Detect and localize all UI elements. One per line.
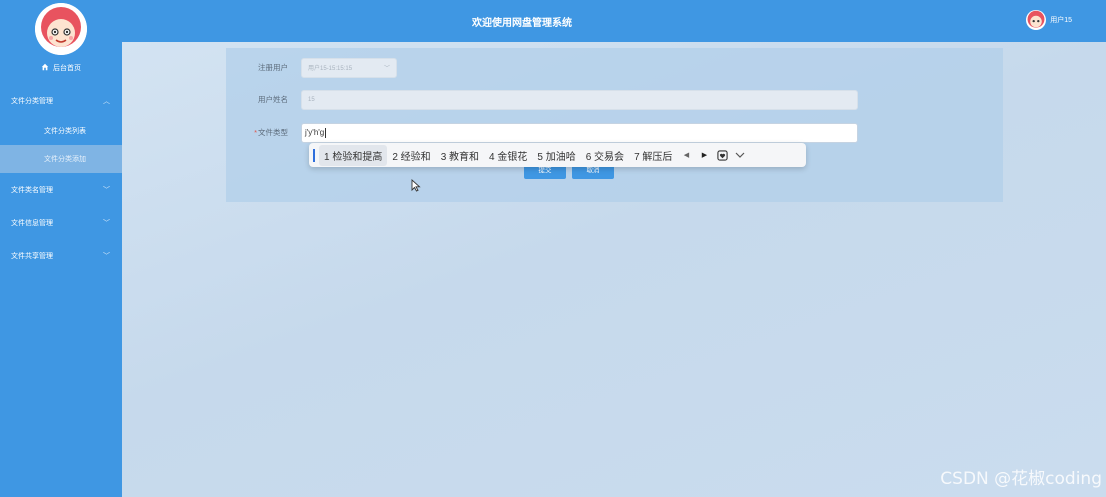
form-row-reg-user: 注册用户 用户15-15:15:15 ﹀ <box>226 57 397 78</box>
avatar-icon <box>35 3 87 55</box>
reg-user-value: 用户15-15:15:15 <box>308 66 353 72</box>
user-name: 用户15 <box>1050 17 1072 24</box>
ime-candidate[interactable]: 7 解压后 <box>629 145 677 166</box>
user-avatar <box>1026 10 1047 30</box>
menu-file-info[interactable]: 文件信息管理 ﹀ <box>0 206 122 239</box>
menu-group-file-category: 文件分类管理 ︿ 文件分类列表 文件分类添加 <box>0 84 122 173</box>
menu-file-info-label: 文件信息管理 <box>11 219 53 227</box>
header: 欢迎使用网盘管理系统 用户15 <box>122 0 1106 42</box>
chevron-down-icon: ﹀ <box>103 252 110 260</box>
user-name-input[interactable]: 15 <box>301 89 858 110</box>
sidebar-item-label: 文件分类添加 <box>44 156 86 163</box>
file-type-input[interactable]: j'y'h'g <box>301 122 858 143</box>
menu-group-file-class: 文件类名管理 ﹀ <box>0 173 122 206</box>
sidebar-item-category-list[interactable]: 文件分类列表 <box>0 117 122 145</box>
ime-candidate[interactable]: 3 教育和 <box>436 145 484 166</box>
ime-candidate[interactable]: 5 加油哈 <box>532 145 580 166</box>
page-title: 欢迎使用网盘管理系统 <box>472 17 572 29</box>
ime-candidate-bar: 1 检验和提高 2 经验和 3 教育和 4 金银花 5 加油哈 6 交易会 7 … <box>309 143 806 167</box>
avatar-icon <box>1027 10 1045 28</box>
expand-icon[interactable] <box>731 146 749 164</box>
file-type-value: j'y'h'g <box>305 128 325 137</box>
user-menu[interactable]: 用户15 <box>1026 8 1072 32</box>
reg-user-label: 注册用户 <box>258 63 288 72</box>
ime-indicator <box>313 148 315 162</box>
file-type-label: *文件类型 <box>226 127 290 138</box>
form-row-file-type: *文件类型 j'y'h'g <box>226 122 858 143</box>
menu-file-category-label: 文件分类管理 <box>11 97 53 105</box>
ime-candidate[interactable]: 6 交易会 <box>581 145 629 166</box>
chevron-down-icon: ﹀ <box>103 219 110 227</box>
mouse-cursor-icon <box>411 178 421 197</box>
next-page-icon[interactable]: ▶ <box>695 146 713 164</box>
sidebar-item-label: 文件分类列表 <box>44 128 86 135</box>
menu-file-share-label: 文件共享管理 <box>11 252 53 260</box>
sidebar-item-home[interactable]: 后台首页 <box>0 58 122 78</box>
ime-candidate[interactable]: 1 检验和提高 <box>319 144 388 166</box>
avatar[interactable] <box>35 3 87 55</box>
watermark: CSDN @花椒coding <box>940 469 1102 489</box>
sidebar-avatar-area <box>0 0 122 58</box>
menu-group-file-info: 文件信息管理 ﹀ <box>0 206 122 239</box>
file-type-label-text: 文件类型 <box>258 128 288 137</box>
user-name-value: 15 <box>308 96 315 103</box>
chevron-down-icon: ﹀ <box>383 66 390 72</box>
ime-candidate[interactable]: 2 经验和 <box>387 145 435 166</box>
sidebar-home-label: 后台首页 <box>53 65 81 72</box>
menu-group-file-share: 文件共享管理 ﹀ <box>0 239 122 272</box>
form-card: 注册用户 用户15-15:15:15 ﹀ 用户姓名 15 *文件类型 j'y'h… <box>226 48 1003 202</box>
menu-file-class-label: 文件类名管理 <box>11 186 53 194</box>
required-mark: * <box>254 128 257 137</box>
sidebar: 后台首页 文件分类管理 ︿ 文件分类列表 文件分类添加 文件类名管理 ﹀ 文件信… <box>0 0 122 497</box>
home-icon <box>41 63 49 73</box>
menu-file-share[interactable]: 文件共享管理 ﹀ <box>0 239 122 272</box>
sidebar-item-category-add[interactable]: 文件分类添加 <box>0 145 122 173</box>
chevron-up-icon: ︿ <box>103 97 110 105</box>
menu-file-class[interactable]: 文件类名管理 ﹀ <box>0 173 122 206</box>
form-row-user-name: 用户姓名 15 <box>226 89 858 110</box>
ime-candidate[interactable]: 4 金银花 <box>484 145 532 166</box>
emoji-icon[interactable] <box>713 146 731 164</box>
user-name-label: 用户姓名 <box>258 95 288 104</box>
chevron-down-icon: ﹀ <box>103 186 110 194</box>
prev-page-icon[interactable]: ◀ <box>677 146 695 164</box>
text-caret <box>325 127 327 138</box>
main-content: 注册用户 用户15-15:15:15 ﹀ 用户姓名 15 *文件类型 j'y'h… <box>122 42 1106 497</box>
reg-user-select[interactable]: 用户15-15:15:15 ﹀ <box>301 57 397 78</box>
menu-file-category[interactable]: 文件分类管理 ︿ <box>0 84 122 117</box>
